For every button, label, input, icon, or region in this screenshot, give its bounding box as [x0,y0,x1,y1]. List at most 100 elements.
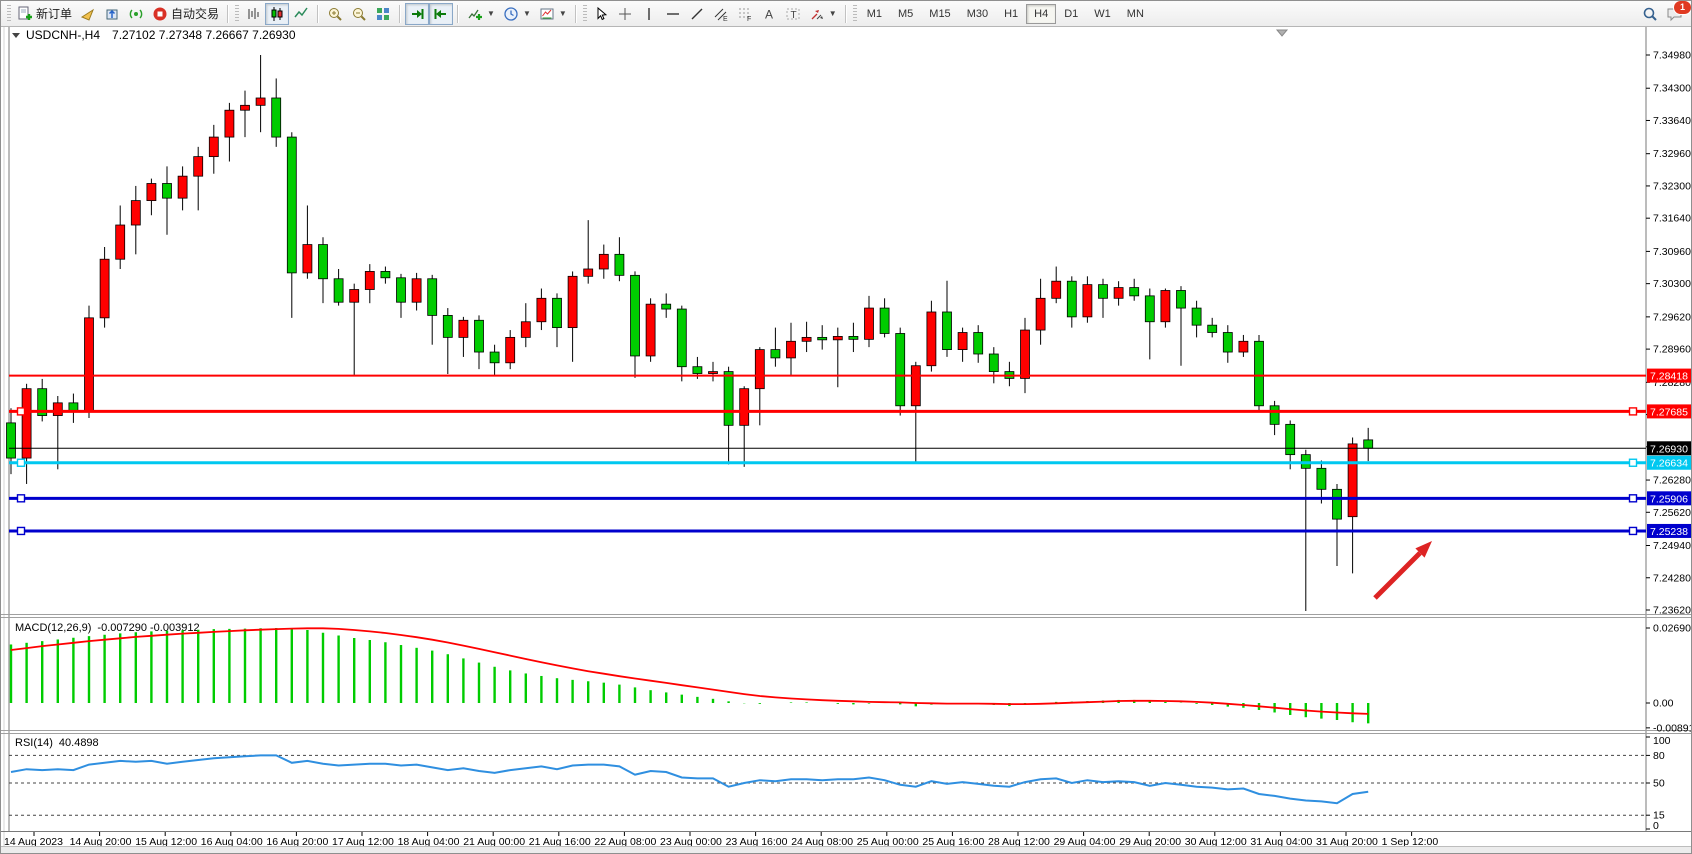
candle-31 Aug 12:00 [1270,406,1279,425]
search-button[interactable] [1638,3,1662,25]
candle-1 Sep 12:00 [1364,440,1373,448]
clock-icon [503,6,519,22]
timeframe-d1[interactable]: D1 [1056,4,1086,24]
timeframe-group: M1 M5 M15 M30 H1 H4 D1 W1 MN [859,2,1152,26]
horizontal-line-tool-button[interactable] [661,3,685,25]
notifications-button[interactable]: 1 [1662,3,1687,25]
hline-anchor[interactable] [1630,408,1637,415]
new-order-label: 新订单 [36,5,72,22]
timeframe-mn[interactable]: MN [1119,4,1152,24]
candle-28 Aug 12:00 [989,354,998,372]
candle-14 Aug 04:00 [22,389,31,458]
signals-button[interactable] [124,3,148,25]
chart-shift-button[interactable] [429,3,453,25]
text-tool-button[interactable]: A [757,3,781,25]
svg-text:A: A [765,7,773,21]
hline-anchor[interactable] [18,495,25,502]
vertical-line-tool-button[interactable] [637,3,661,25]
new-order-icon [17,6,33,22]
templates-button[interactable]: ▼ [535,3,571,25]
chevron-down-icon: ▼ [523,9,531,18]
bar-chart-icon [245,6,261,22]
arrow-shapes-icon [809,6,825,22]
timeframe-h4[interactable]: H4 [1026,4,1056,24]
auto-trading-button[interactable]: 自动交易 [148,3,223,25]
arrows-tool-button[interactable]: ▼ [805,3,841,25]
candlestick-icon [269,6,285,22]
auto-trading-label: 自动交易 [171,5,219,22]
candle-25 Aug 08:00 [880,308,889,333]
signal-icon [128,6,144,22]
candle-15 Aug 20:00 [178,176,187,198]
zoom-in-icon [327,6,343,22]
candle-30 Aug 16:00 [1192,308,1201,325]
candle-23 Aug 12:00 [709,372,718,374]
macd-label: MACD(12,26,9)-0.007290 -0.003912 [15,622,200,634]
trendline-icon [689,6,705,22]
hline-anchor[interactable] [18,459,25,466]
candle-23 Aug 08:00 [693,367,702,374]
periods-button[interactable]: ▼ [499,3,535,25]
price-axis-label: 7.24940 [1653,540,1691,552]
cursor-tool-button[interactable] [589,3,613,25]
timeframe-h1[interactable]: H1 [996,4,1026,24]
trendline-tool-button[interactable] [685,3,709,25]
hline-anchor[interactable] [1630,495,1637,502]
toolbar: 新订单 自动交易 ▼ ▼ [1,1,1691,27]
candle-1 Sep 08:00 [1348,444,1357,517]
candlestick-chart-button[interactable] [265,3,289,25]
candle-18 Aug 16:00 [443,315,452,337]
price-axis-label: 7.32960 [1653,148,1691,160]
chart-canvas[interactable]: USDCNH-,H47.27102 7.27348 7.26667 7.2693… [1,1,1692,854]
hline-anchor[interactable] [1630,527,1637,534]
text-label-tool-button[interactable]: T [781,3,805,25]
candle-24 Aug 08:00 [787,341,796,358]
timeframe-m15[interactable]: M15 [921,4,958,24]
auto-scroll-button[interactable] [405,3,429,25]
tile-windows-icon [375,6,391,22]
candle-22 Aug 00:00 [568,276,577,327]
crosshair-tool-button[interactable] [613,3,637,25]
timeframe-m1[interactable]: M1 [859,4,890,24]
price-axis-label: 7.31640 [1653,213,1691,225]
hline-anchor[interactable] [18,408,25,415]
zoom-in-button[interactable] [323,3,347,25]
candle-29 Aug 08:00 [1067,281,1076,317]
candle-18 Aug 04:00 [397,278,406,302]
new-order-button[interactable]: 新订单 [13,3,76,25]
candle-15 Aug 16:00 [163,183,172,198]
indicators-button[interactable]: ▼ [463,3,499,25]
candle-15 Aug 08:00 [131,201,140,225]
hline-anchor[interactable] [1630,459,1637,466]
line-chart-button[interactable] [289,3,313,25]
svg-text:E: E [723,16,728,22]
candle-22 Aug 04:00 [584,269,593,276]
timeframe-m30[interactable]: M30 [959,4,996,24]
timeframe-m5[interactable]: M5 [890,4,921,24]
fibonacci-tool-button[interactable]: F [733,3,757,25]
candle-28 Aug 04:00 [958,333,967,350]
publish-chart-button[interactable] [100,3,124,25]
timeframe-w1[interactable]: W1 [1086,4,1119,24]
candle-23 Aug 00:00 [662,304,671,309]
candle-15 Aug 04:00 [116,225,125,259]
chevron-down-icon: ▼ [559,9,567,18]
candle-30 Aug 08:00 [1161,290,1170,321]
hline-anchor[interactable] [18,527,25,534]
channel-tool-button[interactable]: E [709,3,733,25]
candle-22 Aug 08:00 [599,254,608,269]
bar-chart-button[interactable] [241,3,265,25]
zoom-out-icon [351,6,367,22]
price-label-text: 7.28418 [1650,371,1688,383]
tile-windows-button[interactable] [371,3,395,25]
rsi-axis-label: 100 [1653,735,1671,747]
zoom-out-button[interactable] [347,3,371,25]
cursor-icon [593,6,609,22]
candle-25 Aug 00:00 [849,336,858,339]
macd-axis-label: -0.008918 [1653,722,1692,734]
candle-29 Aug 12:00 [1083,285,1092,317]
chevron-down-icon: ▼ [829,9,837,18]
quotes-button[interactable] [76,3,100,25]
price-axis-label: 7.23620 [1653,605,1691,617]
price-label-text: 7.27685 [1650,406,1688,418]
